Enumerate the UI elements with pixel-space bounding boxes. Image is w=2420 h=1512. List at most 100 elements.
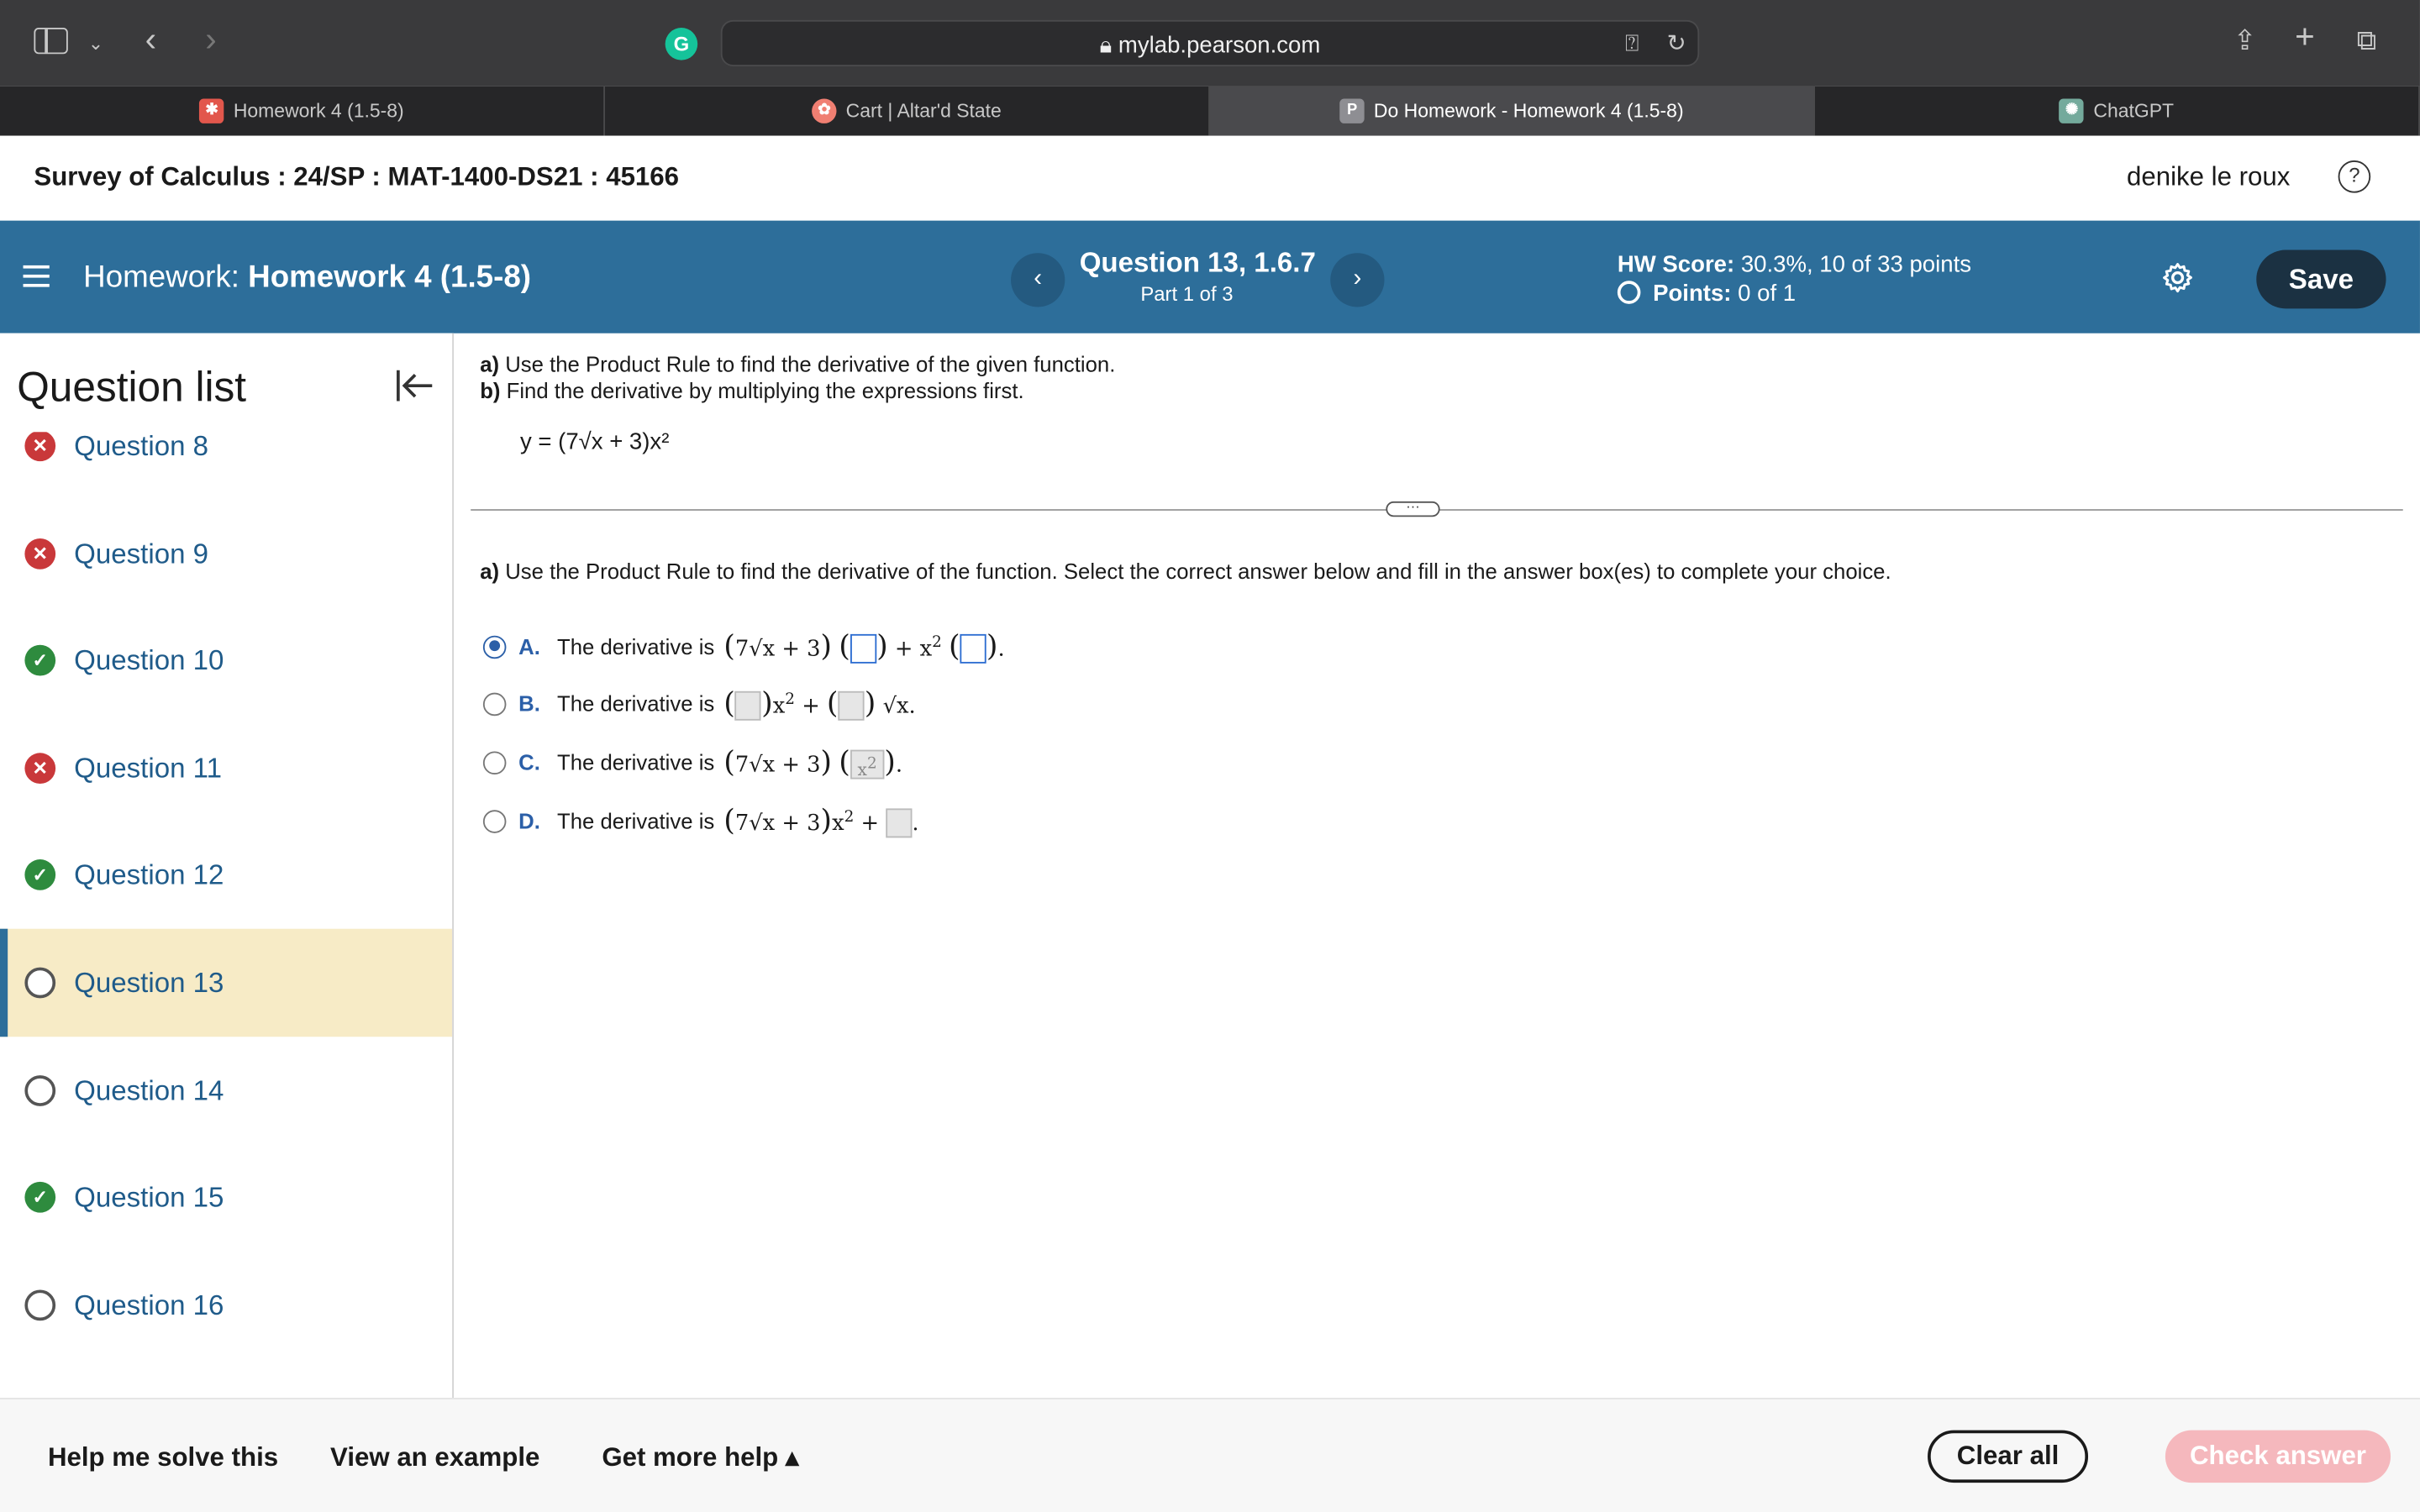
pearson-favicon-icon: ✱ xyxy=(199,98,224,123)
option-d-radio[interactable] xyxy=(482,809,507,832)
browser-tab-chatgpt[interactable]: ✺ ChatGPT xyxy=(1815,86,2420,136)
option-c-radio[interactable] xyxy=(482,750,507,774)
back-arrow-icon[interactable]: ‹ xyxy=(145,23,156,56)
tab-label: Do Homework - Homework 4 (1.5-8) xyxy=(1373,100,1684,123)
new-tab-icon[interactable]: + xyxy=(2295,19,2315,53)
question-label: Question 12 xyxy=(74,858,224,890)
p-favicon-icon: P xyxy=(1339,98,1365,123)
next-question-button[interactable]: › xyxy=(1330,253,1385,307)
option-d[interactable]: D. The derivative is (7√x + 3)x2 + . xyxy=(482,802,919,839)
question-item-13[interactable]: Question 13 xyxy=(0,928,453,1037)
unanswered-circle-icon xyxy=(24,1289,56,1321)
option-text: The derivative is xyxy=(557,749,715,775)
view-example-button[interactable]: View an example xyxy=(330,1442,539,1473)
collapse-panel-icon[interactable] xyxy=(395,367,435,404)
menu-icon[interactable] xyxy=(23,265,50,287)
question-item-15[interactable]: ✓ Question 15 xyxy=(0,1143,452,1252)
check-answer-button[interactable]: Check answer xyxy=(2165,1430,2391,1483)
function-equation: y = (7√x + 3)x² xyxy=(520,429,669,455)
question-title: Question 13, 1.6.7 xyxy=(1079,246,1316,278)
option-letter: C. xyxy=(518,749,540,775)
homework-title: Homework: Homework 4 (1.5-8) xyxy=(83,260,531,296)
question-item-9[interactable]: ✕ Question 9 xyxy=(0,500,452,608)
prompt-label: a) xyxy=(480,558,500,584)
question-label: Question 8 xyxy=(74,429,209,461)
question-label: Question 15 xyxy=(74,1180,224,1212)
answer-box-d1[interactable] xyxy=(886,808,913,838)
translate-icon[interactable]: ⍰ xyxy=(1625,29,1639,60)
question-list-header: Question list xyxy=(0,333,453,433)
chevron-down-icon[interactable]: ⌄ xyxy=(88,28,103,59)
question-list-panel: ✕ Question 8 ✕ Question 9 ✓ Question 10 … xyxy=(0,333,454,1399)
incorrect-icon: ✕ xyxy=(24,538,56,570)
grammarly-icon[interactable]: G xyxy=(665,28,698,60)
option-a-radio[interactable] xyxy=(482,634,507,659)
question-label: Question 9 xyxy=(74,538,209,569)
part-a-label: a) xyxy=(480,351,500,377)
option-b-radio[interactable] xyxy=(482,691,507,716)
reload-icon[interactable]: ↻ xyxy=(1667,29,1686,60)
homework-prefix: Homework: xyxy=(83,260,239,295)
help-icon[interactable]: ? xyxy=(2338,160,2371,193)
correct-check-icon: ✓ xyxy=(24,1181,56,1213)
answer-box-b2[interactable] xyxy=(838,691,865,722)
answer-box-a1[interactable] xyxy=(850,634,877,664)
question-label: Question 11 xyxy=(74,752,222,784)
part-a-text: Use the Product Rule to find the derivat… xyxy=(505,351,1116,377)
clear-all-button[interactable]: Clear all xyxy=(1928,1430,2089,1483)
points: Points: 0 of 1 xyxy=(1617,281,1796,307)
browser-tab-homework[interactable]: ✱ Homework 4 (1.5-8) xyxy=(0,86,605,136)
hw-score-value: 30.3%, 10 of 33 points xyxy=(1740,251,1972,278)
question-content: a) Use the Product Rule to find the deri… xyxy=(455,333,2420,1398)
help-me-solve-button[interactable]: Help me solve this xyxy=(48,1442,278,1473)
question-part: Part 1 of 3 xyxy=(1140,282,1234,306)
answer-box-c1[interactable]: x2 xyxy=(850,750,885,780)
question-item-12[interactable]: ✓ Question 12 xyxy=(0,821,452,929)
option-letter: D. xyxy=(518,808,540,833)
option-letter: B. xyxy=(518,690,540,717)
tab-overview-icon[interactable]: ⧉ xyxy=(2357,24,2377,55)
question-list-title: Question list xyxy=(17,364,247,411)
question-label: Question 14 xyxy=(74,1074,224,1105)
sidebar-toggle-icon[interactable] xyxy=(34,28,68,55)
correct-check-icon: ✓ xyxy=(24,644,56,676)
option-letter: A. xyxy=(518,633,540,659)
browser-tabs: ✱ Homework 4 (1.5-8) ✿ Cart | Altar'd St… xyxy=(0,86,2420,136)
question-item-10[interactable]: ✓ Question 10 xyxy=(0,606,452,715)
get-more-help-button[interactable]: Get more help ▴ xyxy=(602,1442,798,1473)
question-item-16[interactable]: Question 16 xyxy=(0,1252,452,1360)
option-text: The derivative is xyxy=(557,808,715,833)
incorrect-icon: ✕ xyxy=(24,430,56,462)
address-bar[interactable]: 🔒︎ mylab.pearson.com ⍰ ↻ xyxy=(720,19,1700,66)
url-text: mylab.pearson.com xyxy=(1118,32,1321,59)
question-item-11[interactable]: ✕ Question 11 xyxy=(0,714,452,822)
save-button[interactable]: Save xyxy=(2256,249,2386,309)
part-b-label: b) xyxy=(480,377,501,403)
browser-tab-cart[interactable]: ✿ Cart | Altar'd State xyxy=(605,86,1210,136)
question-item-14[interactable]: Question 14 xyxy=(0,1037,452,1145)
resize-handle-icon[interactable]: ··· xyxy=(1386,499,1440,517)
share-icon[interactable]: ⇪ xyxy=(2233,24,2257,55)
tab-label: Homework 4 (1.5-8) xyxy=(233,100,404,123)
forward-arrow-icon[interactable]: › xyxy=(205,23,216,56)
option-b-expression: ()x2 + () √x. xyxy=(723,685,916,722)
tab-label: Cart | Altar'd State xyxy=(845,100,1002,123)
homework-name: Homework 4 (1.5-8) xyxy=(248,260,531,295)
answer-box-a2[interactable] xyxy=(960,634,986,664)
option-b[interactable]: B. The derivative is ()x2 + () √x. xyxy=(482,685,916,722)
tab-label: ChatGPT xyxy=(2093,100,2175,123)
question-label: Question 10 xyxy=(74,643,224,675)
unanswered-circle-icon xyxy=(24,1075,56,1106)
unanswered-circle-icon xyxy=(24,967,56,999)
function-text: y = (7√x + 3)x² xyxy=(519,428,670,455)
gear-icon[interactable] xyxy=(2160,260,2194,294)
incorrect-icon: ✕ xyxy=(24,753,56,785)
option-c[interactable]: C. The derivative is (7√x + 3) (x2). xyxy=(482,743,902,780)
browser-tab-do-homework[interactable]: P Do Homework - Homework 4 (1.5-8) xyxy=(1209,86,1815,136)
instruction-b: b) Find the derivative by multiplying th… xyxy=(480,378,1023,402)
answer-box-b1[interactable] xyxy=(734,691,762,722)
user-name[interactable]: denike le roux xyxy=(2127,162,2290,193)
browser-toolbar: ⌄ ‹ › G 🔒︎ mylab.pearson.com ⍰ ↻ ⇪ + ⧉ xyxy=(0,0,2420,87)
option-a[interactable]: A. The derivative is (7√x + 3) () + x2 (… xyxy=(482,628,1005,665)
option-text: The derivative is xyxy=(557,633,715,659)
